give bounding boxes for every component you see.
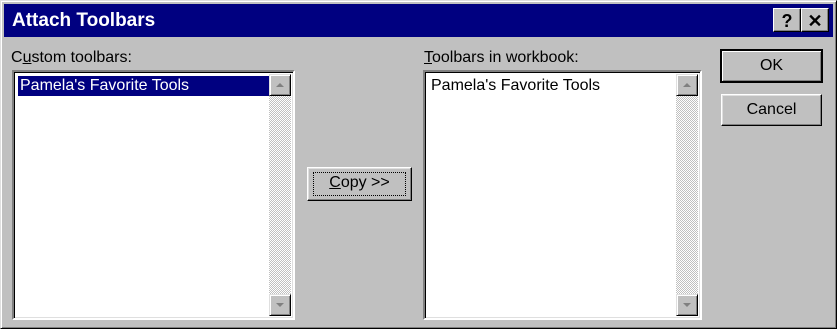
custom-toolbars-listbox[interactable]: Pamela's Favorite Tools — [12, 70, 295, 320]
cancel-button[interactable]: Cancel — [721, 94, 822, 126]
scroll-down-arrow-icon[interactable] — [269, 294, 291, 316]
scroll-up-arrow-icon[interactable] — [269, 74, 291, 96]
custom-toolbars-scrollbar[interactable] — [269, 74, 291, 316]
list-item[interactable]: Pamela's Favorite Tools — [18, 76, 269, 96]
help-icon[interactable]: ? — [773, 8, 801, 32]
toolbars-in-workbook-listbox[interactable]: Pamela's Favorite Tools — [423, 70, 702, 320]
ok-button[interactable]: OK — [720, 49, 823, 83]
scroll-up-arrow-icon[interactable] — [676, 74, 698, 96]
scroll-down-arrow-icon[interactable] — [676, 294, 698, 316]
list-item[interactable]: Pamela's Favorite Tools — [429, 76, 676, 96]
title-bar[interactable]: Attach Toolbars ? ✕ — [4, 4, 833, 37]
toolbars-in-workbook-label: Toolbars in workbook: — [424, 49, 579, 66]
window-title: Attach Toolbars — [12, 10, 156, 31]
attach-toolbars-dialog: Attach Toolbars ? ✕ Custom toolbars: Pam… — [0, 0, 837, 329]
toolbars-in-workbook-scrollbar[interactable] — [676, 74, 698, 316]
close-icon[interactable]: ✕ — [801, 8, 829, 32]
custom-toolbars-label: Custom toolbars: — [11, 49, 132, 66]
copy-button[interactable]: Copy >> — [307, 167, 412, 201]
